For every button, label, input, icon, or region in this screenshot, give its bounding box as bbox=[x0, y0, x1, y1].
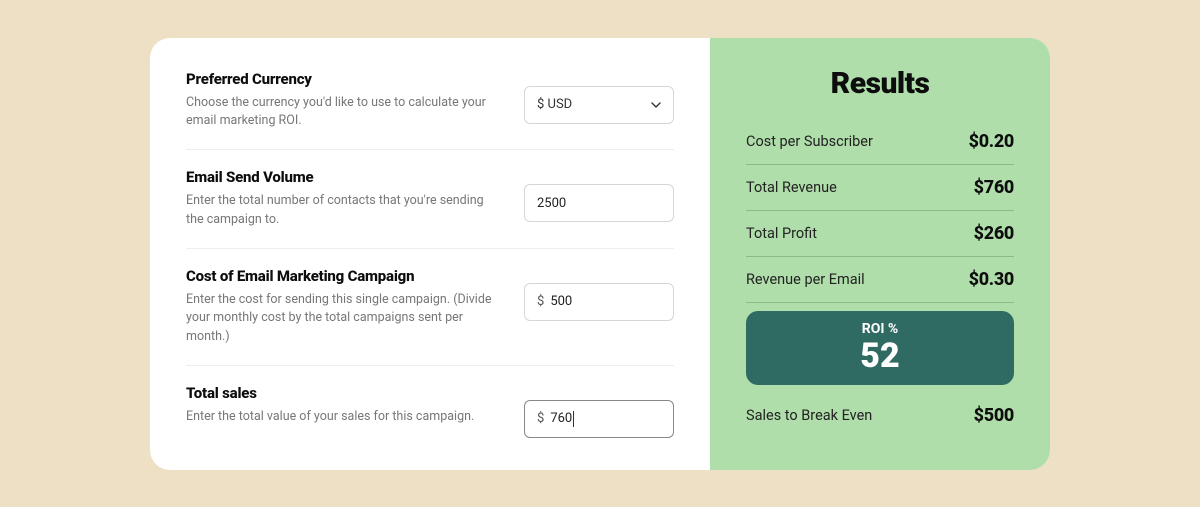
volume-input[interactable]: 2500 bbox=[524, 184, 674, 222]
cost-prefix: $ bbox=[537, 294, 544, 309]
volume-value: 2500 bbox=[537, 196, 566, 211]
results-title: Results bbox=[746, 66, 1014, 101]
result-label: Sales to Break Even bbox=[746, 407, 872, 424]
result-value: $500 bbox=[974, 405, 1014, 426]
text-cursor bbox=[573, 411, 574, 427]
currency-select[interactable]: $ USD bbox=[524, 86, 674, 124]
cost-desc: Enter the cost for sending this single c… bbox=[186, 291, 500, 347]
currency-desc: Choose the currency you'd like to use to… bbox=[186, 94, 500, 132]
result-label: Cost per Subscriber bbox=[746, 133, 873, 150]
cost-value: 500 bbox=[550, 294, 572, 309]
currency-label: Preferred Currency bbox=[186, 70, 500, 88]
roi-box: ROI % 52 bbox=[746, 311, 1014, 385]
sales-prefix: $ bbox=[537, 411, 544, 426]
sales-value: 760 bbox=[550, 411, 572, 426]
result-row-total-revenue: Total Revenue $760 bbox=[746, 165, 1014, 211]
result-label: Total Profit bbox=[746, 225, 817, 242]
volume-label: Email Send Volume bbox=[186, 168, 500, 186]
result-value: $760 bbox=[974, 177, 1014, 198]
field-volume: Email Send Volume Enter the total number… bbox=[186, 168, 674, 249]
roi-label: ROI % bbox=[746, 321, 1014, 337]
roi-value: 52 bbox=[746, 339, 1014, 373]
result-label: Revenue per Email bbox=[746, 271, 865, 288]
form-panel: Preferred Currency Choose the currency y… bbox=[150, 38, 710, 470]
result-row-cost-per-subscriber: Cost per Subscriber $0.20 bbox=[746, 119, 1014, 165]
results-panel: Results Cost per Subscriber $0.20 Total … bbox=[710, 38, 1050, 470]
cost-input[interactable]: $ 500 bbox=[524, 283, 674, 321]
volume-desc: Enter the total number of contacts that … bbox=[186, 192, 500, 230]
field-currency: Preferred Currency Choose the currency y… bbox=[186, 70, 674, 151]
sales-label: Total sales bbox=[186, 384, 500, 402]
result-value: $260 bbox=[974, 223, 1014, 244]
field-sales: Total sales Enter the total value of you… bbox=[186, 384, 674, 438]
roi-calculator-card: Preferred Currency Choose the currency y… bbox=[150, 38, 1050, 470]
result-row-break-even: Sales to Break Even $500 bbox=[746, 393, 1014, 438]
result-value: $0.30 bbox=[969, 269, 1014, 290]
currency-selected-value: $ USD bbox=[537, 97, 572, 112]
cost-label: Cost of Email Marketing Campaign bbox=[186, 267, 500, 285]
result-row-total-profit: Total Profit $260 bbox=[746, 211, 1014, 257]
field-cost: Cost of Email Marketing Campaign Enter t… bbox=[186, 267, 674, 366]
sales-input[interactable]: $ 760 bbox=[524, 400, 674, 438]
sales-desc: Enter the total value of your sales for … bbox=[186, 408, 500, 427]
result-value: $0.20 bbox=[969, 131, 1014, 152]
chevron-down-icon bbox=[651, 100, 661, 110]
result-label: Total Revenue bbox=[746, 179, 837, 196]
result-row-revenue-per-email: Revenue per Email $0.30 bbox=[746, 257, 1014, 303]
